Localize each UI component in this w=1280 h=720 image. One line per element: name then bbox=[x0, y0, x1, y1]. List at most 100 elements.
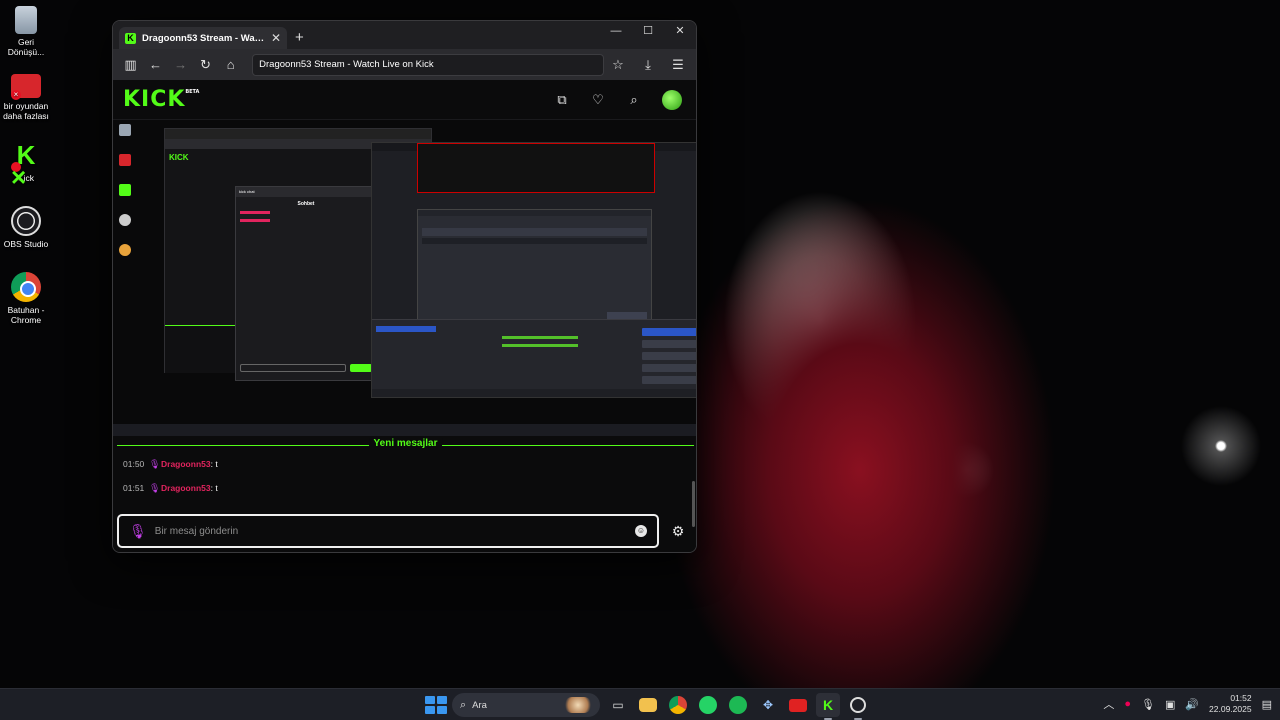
taskbar-apps: ⌕ Ara ▭ ✥ K bbox=[422, 693, 870, 720]
chat-panel: Yeni mesajlar 01:50 🎙 Dragoonn53 : t 01:… bbox=[113, 436, 696, 552]
bookmark-star-icon[interactable]: ☆ bbox=[606, 53, 630, 77]
window-controls: — ☐ ✕ bbox=[600, 21, 696, 41]
emoji-icon[interactable]: ☺ bbox=[635, 525, 647, 537]
chat-input-box[interactable]: 🎙 ☺ bbox=[117, 514, 659, 548]
kick-beta-label: BETA bbox=[185, 89, 200, 95]
new-messages-label: Yeni mesajlar bbox=[368, 438, 443, 449]
kick-logo[interactable]: KICK BETA bbox=[123, 87, 199, 112]
chrome-taskbar-icon[interactable] bbox=[666, 693, 690, 717]
address-text: Dragoonn53 Stream - Watch Live on Kick bbox=[259, 59, 434, 70]
search-icon: ⌕ bbox=[460, 698, 467, 711]
browser-toolbar: ▥ ← → ↻ ⌂ Dragoonn53 Stream - Watch Live… bbox=[113, 49, 696, 80]
home-icon[interactable]: ⌂ bbox=[219, 53, 242, 77]
task-view-icon[interactable]: ▭ bbox=[606, 693, 630, 717]
clock[interactable]: 01:52 22.09.2025 bbox=[1209, 693, 1252, 715]
message-username[interactable]: Dragoonn53 bbox=[161, 483, 211, 493]
chat-message: 01:50 🎙 Dragoonn53 : t bbox=[113, 452, 696, 476]
microphone-icon[interactable]: 🎙 bbox=[1141, 698, 1155, 711]
minimize-button[interactable]: — bbox=[600, 21, 632, 41]
new-tab-button[interactable]: + bbox=[295, 29, 304, 46]
tray-app-icon[interactable]: ● bbox=[1124, 698, 1131, 710]
desktop-icon-obs[interactable]: OBS Studio bbox=[0, 206, 52, 249]
sidebar-toggle-icon[interactable]: ▥ bbox=[119, 53, 142, 77]
kick-header: KICK BETA ⧉ ♡ ⌕ bbox=[113, 80, 696, 120]
toolbar-right: ☆ ⤓ ☰ bbox=[606, 53, 690, 77]
desktop-icon-label: bir oyundan daha fazlası bbox=[3, 101, 49, 121]
kick-header-actions: ⧉ ♡ ⌕ bbox=[554, 89, 682, 110]
desktop-icon-label: OBS Studio bbox=[3, 239, 49, 249]
tray-overflow-icon[interactable]: ︿ bbox=[1103, 696, 1114, 712]
error-badge-icon: × bbox=[11, 90, 21, 100]
chat-message-input[interactable] bbox=[154, 525, 635, 537]
tab-kick-stream[interactable]: K Dragoonn53 Stream - Watc... ✕ bbox=[119, 27, 287, 49]
tab-bar: K Dragoonn53 Stream - Watc... ✕ + — ☐ ✕ bbox=[113, 21, 696, 49]
new-messages-divider: Yeni mesajlar bbox=[113, 438, 696, 452]
chat-message: 01:51 🎙 Dragoonn53 : t bbox=[113, 476, 696, 500]
start-button[interactable] bbox=[422, 693, 447, 717]
chat-settings-icon[interactable]: ⚙ bbox=[671, 524, 685, 538]
desktop-icon-label: Batuhan - Chrome bbox=[7, 305, 45, 325]
reload-icon[interactable]: ↻ bbox=[194, 53, 217, 77]
stream-video[interactable]: KICK kick chat Sohbet bbox=[113, 120, 696, 436]
taskbar-search[interactable]: ⌕ Ara bbox=[452, 693, 600, 717]
message-text: : t bbox=[210, 483, 218, 493]
browse-icon[interactable]: ⧉ bbox=[554, 92, 570, 108]
chat-input-row: 🎙 ☺ ⚙ bbox=[117, 514, 694, 548]
recycle-bin-icon bbox=[15, 6, 37, 34]
video-inner-obs-dialog bbox=[417, 209, 652, 324]
download-icon[interactable]: ⤓ bbox=[636, 53, 660, 77]
desktop-icon-kick[interactable]: K × Kick bbox=[0, 140, 52, 192]
chrome-icon bbox=[11, 272, 41, 302]
taskbar-search-label: Ara bbox=[472, 699, 487, 711]
desktop-icon-label: Geri Dönüşü... bbox=[7, 37, 45, 57]
mic-badge-icon: 🎙 bbox=[149, 459, 161, 469]
heart-icon[interactable]: ♡ bbox=[590, 92, 606, 108]
tab-close-icon[interactable]: ✕ bbox=[271, 31, 281, 45]
desktop-icon-chrome[interactable]: Batuhan - Chrome bbox=[0, 272, 52, 325]
obs-taskbar-icon[interactable] bbox=[846, 693, 870, 720]
kick-taskbar-icon[interactable]: K bbox=[816, 693, 840, 720]
notifications-icon[interactable]: ▤ bbox=[1262, 698, 1272, 711]
maximize-button[interactable]: ☐ bbox=[632, 21, 664, 41]
desktop-icon-folder[interactable]: × bir oyundan daha fazlası bbox=[0, 74, 52, 121]
folder-icon: × bbox=[11, 74, 41, 100]
whatsapp-icon[interactable] bbox=[696, 693, 720, 717]
video-inner-taskbar bbox=[113, 424, 696, 436]
browser-window: K Dragoonn53 Stream - Watc... ✕ + — ☐ ✕ … bbox=[112, 20, 697, 553]
message-text: : t bbox=[210, 459, 218, 469]
chat-scrollbar[interactable] bbox=[692, 481, 695, 527]
avatar[interactable] bbox=[662, 89, 682, 110]
file-explorer-icon[interactable] bbox=[639, 698, 657, 712]
forward-icon[interactable]: → bbox=[169, 53, 192, 77]
video-inner-obs bbox=[371, 142, 696, 398]
spotify-icon[interactable] bbox=[726, 693, 750, 717]
youtube-icon[interactable] bbox=[786, 693, 810, 717]
message-username[interactable]: Dragoonn53 bbox=[161, 459, 211, 469]
kick-logo-text: KICK bbox=[123, 87, 186, 112]
video-inner-chat-popup: kick chat Sohbet bbox=[235, 186, 377, 381]
address-bar[interactable]: Dragoonn53 Stream - Watch Live on Kick bbox=[252, 53, 604, 76]
desktop-icon-label: Kick bbox=[17, 173, 35, 183]
message-time: 01:50 bbox=[123, 459, 145, 469]
mic-badge-icon: 🎙 bbox=[149, 483, 161, 493]
message-time: 01:51 bbox=[123, 483, 145, 493]
system-tray: ︿ ● 🎙 ▣ 🔊 01:52 22.09.2025 ▤ bbox=[1103, 693, 1272, 715]
menu-icon[interactable]: ☰ bbox=[666, 53, 690, 77]
search-icon[interactable]: ⌕ bbox=[626, 92, 642, 108]
close-window-button[interactable]: ✕ bbox=[664, 21, 696, 41]
clock-date: 22.09.2025 bbox=[1209, 704, 1252, 714]
back-icon[interactable]: ← bbox=[144, 53, 167, 77]
network-app-icon[interactable]: ✥ bbox=[756, 693, 780, 717]
taskbar: ⌕ Ara ▭ ✥ K ︿ ● 🎙 ▣ 🔊 01:52 22.09.2025 ▤ bbox=[0, 688, 1280, 720]
tab-title: Dragoonn53 Stream - Watc... bbox=[142, 32, 267, 44]
inner-chat-title: Sohbet bbox=[297, 201, 315, 207]
volume-icon[interactable]: 🔊 bbox=[1185, 698, 1199, 711]
desktop-icon-recycle-bin[interactable]: Geri Dönüşü... bbox=[0, 6, 52, 57]
obs-icon bbox=[11, 206, 41, 236]
search-highlight-icon bbox=[564, 697, 592, 713]
video-desktop-icons bbox=[113, 120, 155, 436]
kick-icon: K × bbox=[11, 140, 36, 192]
mic-icon: 🎙 bbox=[129, 522, 147, 539]
clock-time: 01:52 bbox=[1230, 693, 1252, 703]
network-icon[interactable]: ▣ bbox=[1165, 698, 1175, 711]
